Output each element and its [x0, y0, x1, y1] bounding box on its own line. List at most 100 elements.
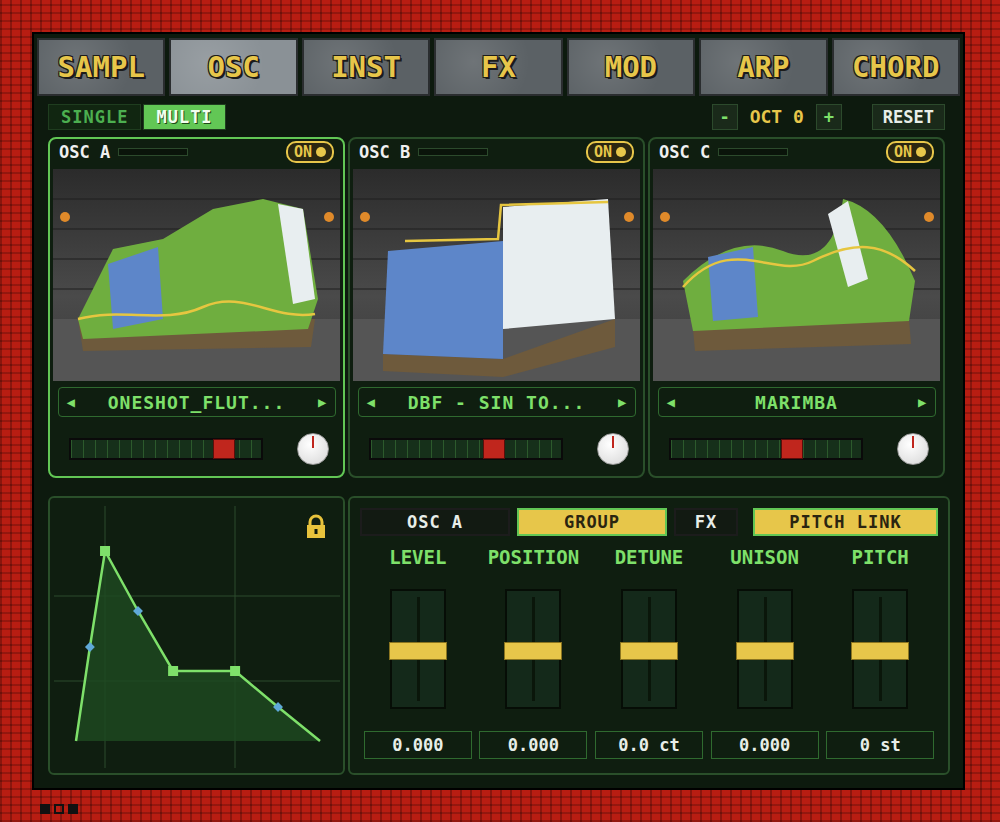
- fader-label: UNISON: [730, 546, 799, 572]
- toolbar: SINGLEMULTI -OCT 0 + RESET: [48, 103, 945, 130]
- fader-thumb[interactable]: [736, 642, 794, 660]
- oscillator-header: OSC A ON: [53, 139, 340, 165]
- fader-value[interactable]: 0.000: [364, 731, 472, 759]
- square-icon[interactable]: [40, 804, 50, 814]
- next-preset-button[interactable]: ▶: [918, 394, 926, 410]
- tab[interactable]: CHORD: [832, 38, 960, 96]
- oscillator-knob[interactable]: [597, 433, 629, 465]
- knob-pointer: [912, 436, 914, 448]
- plugin-window: SAMPLOSCINSTFXMODARPCHORDSINGLEMULTI-OCT…: [0, 0, 1000, 822]
- fader-thumb[interactable]: [851, 642, 909, 660]
- fader-thumb[interactable]: [389, 642, 447, 660]
- oscillator-knob[interactable]: [897, 433, 929, 465]
- oscillator-name: OSC A: [59, 142, 110, 162]
- oscillator-controls: [657, 433, 937, 465]
- tab-bar: SAMPLOSCINSTFXMODARPCHORD: [37, 38, 960, 96]
- octave-controls: -OCT 0 + RESET: [712, 104, 945, 130]
- octave-up-button[interactable]: +: [816, 104, 842, 130]
- settings-button[interactable]: OSC A: [360, 508, 510, 536]
- fader-value[interactable]: 0.000: [479, 731, 587, 759]
- oscillator-controls: [57, 433, 337, 465]
- wavetable-view: [653, 169, 940, 381]
- settings-button[interactable]: PITCH LINK: [753, 508, 938, 536]
- fader-thumb[interactable]: [620, 642, 678, 660]
- mode-button[interactable]: MULTI: [143, 104, 225, 130]
- fader[interactable]: [621, 589, 677, 709]
- fader[interactable]: [390, 589, 446, 709]
- fader-column: UNISON 0.000: [707, 546, 823, 759]
- power-dot-icon: [916, 147, 926, 157]
- oscillator-slider[interactable]: [69, 438, 263, 460]
- curve-handle[interactable]: [133, 606, 143, 616]
- slider-thumb[interactable]: [483, 439, 505, 459]
- tab[interactable]: ARP: [699, 38, 827, 96]
- reset-button[interactable]: RESET: [872, 104, 945, 130]
- preset-name: MARIMBA: [755, 392, 838, 413]
- fader-column: PITCH 0 st: [822, 546, 938, 759]
- oscillator-knob[interactable]: [297, 433, 329, 465]
- fader-label: PITCH: [852, 546, 909, 572]
- fader[interactable]: [852, 589, 908, 709]
- settings-header: OSC AGROUPFX PITCH LINK: [360, 508, 938, 536]
- mode-switch: SINGLEMULTI: [48, 104, 226, 130]
- fader-column: POSITION0.000: [476, 546, 592, 759]
- preset-selector[interactable]: ◀ MARIMBA ▶: [658, 387, 936, 417]
- fader-value[interactable]: 0.0 ct: [595, 731, 703, 759]
- bottom-row: OSC AGROUPFXPITCH LINKLEVEL0.000POSITION…: [48, 496, 945, 775]
- fader-column: DETUNE 0.0 ct: [591, 546, 707, 759]
- slider-thumb[interactable]: [781, 439, 803, 459]
- fader[interactable]: [505, 589, 561, 709]
- oscillator-panel[interactable]: OSC CON◀MARIMBA▶: [648, 137, 945, 478]
- tab[interactable]: SAMPL: [37, 38, 165, 96]
- next-preset-button[interactable]: ▶: [618, 394, 626, 410]
- previous-preset-button[interactable]: ◀: [667, 394, 675, 410]
- power-dot-icon: [316, 147, 326, 157]
- preset-name: DBF - SIN TO...: [408, 392, 586, 413]
- fader-thumb[interactable]: [504, 642, 562, 660]
- envelope-panel: [48, 496, 345, 775]
- curve-handle[interactable]: [85, 642, 95, 652]
- square-outline-icon[interactable]: [54, 804, 64, 814]
- settings-button[interactable]: FX: [674, 508, 738, 536]
- next-preset-button[interactable]: ▶: [318, 394, 326, 410]
- oscillator-slider[interactable]: [669, 438, 863, 460]
- fader-label: LEVEL: [389, 546, 446, 572]
- octave-label: OCT 0: [746, 106, 808, 127]
- tab[interactable]: MOD: [567, 38, 695, 96]
- main-panel: SAMPLOSCINSTFXMODARPCHORDSINGLEMULTI-OCT…: [32, 32, 965, 790]
- tab[interactable]: INST: [302, 38, 430, 96]
- previous-preset-button[interactable]: ◀: [367, 394, 375, 410]
- octave-down-button[interactable]: -: [712, 104, 738, 130]
- power-toggle[interactable]: ON: [886, 141, 934, 163]
- envelope-node[interactable]: [168, 666, 178, 676]
- power-toggle[interactable]: ON: [286, 141, 334, 163]
- preset-selector[interactable]: ◀ DBF - SIN TO... ▶: [358, 387, 636, 417]
- square-icon[interactable]: [68, 804, 78, 814]
- oscillator-panel[interactable]: OSC A ON ◀ONESHOT_FLUT...▶: [48, 137, 345, 478]
- knob-pointer: [312, 436, 314, 448]
- oscillator-slider[interactable]: [369, 438, 563, 460]
- envelope-graph[interactable]: [50, 498, 343, 772]
- envelope-node[interactable]: [100, 546, 110, 556]
- tab[interactable]: FX: [434, 38, 562, 96]
- oscillator-panel[interactable]: OSC BON ◀ DBF - SIN TO... ▶: [348, 137, 645, 478]
- tab[interactable]: OSC: [169, 38, 297, 96]
- power-dot-icon: [616, 147, 626, 157]
- fader-label: DETUNE: [615, 546, 684, 572]
- previous-preset-button[interactable]: ◀: [67, 394, 75, 410]
- fader-grid: LEVEL0.000POSITION0.000DETUNE0.0 ctUNISO…: [360, 546, 938, 759]
- oscillator-settings: OSC AGROUPFXPITCH LINKLEVEL0.000POSITION…: [348, 496, 950, 775]
- settings-button[interactable]: GROUP: [517, 508, 667, 536]
- slider-thumb[interactable]: [213, 439, 235, 459]
- curve-handle[interactable]: [273, 702, 283, 712]
- oscillator-header: OSC BON: [353, 139, 640, 165]
- fader[interactable]: [737, 589, 793, 709]
- fader-value[interactable]: 0.000: [711, 731, 819, 759]
- envelope-node[interactable]: [230, 666, 240, 676]
- oscillator-meter: [718, 148, 788, 156]
- mode-button[interactable]: SINGLE: [48, 104, 141, 130]
- power-toggle[interactable]: ON: [586, 141, 634, 163]
- preset-selector[interactable]: ◀ONESHOT_FLUT...▶: [58, 387, 336, 417]
- fader-value[interactable]: 0 st: [826, 731, 934, 759]
- lock-icon[interactable]: [305, 514, 327, 540]
